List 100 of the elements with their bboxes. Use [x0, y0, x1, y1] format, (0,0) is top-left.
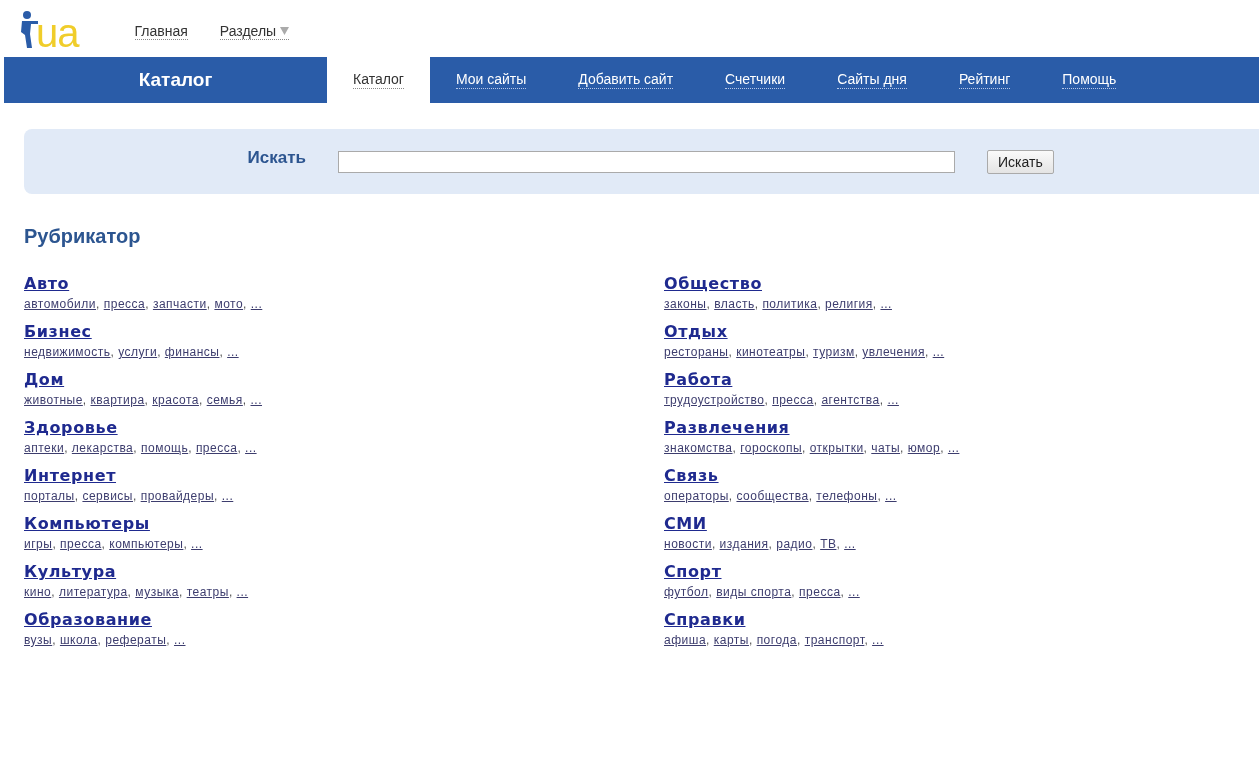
nav-link[interactable]: Главная	[134, 23, 188, 40]
subcategory-link[interactable]: ...	[221, 489, 234, 503]
subcategory-list: игры, пресса, компьютеры, ...	[24, 537, 203, 551]
category-link[interactable]: Бизнес	[24, 322, 92, 342]
subcategory-link[interactable]: футбол	[664, 585, 709, 599]
subcategory-link[interactable]: чаты	[871, 441, 901, 455]
category-link[interactable]: Общество	[664, 274, 762, 294]
subcategory-link[interactable]: ...	[250, 393, 262, 407]
subcategory-link[interactable]: гороскопы	[740, 441, 803, 455]
subcategory-link[interactable]: ...	[885, 489, 897, 503]
subcategory-link[interactable]: сервисы	[82, 489, 133, 503]
subcategory-link[interactable]: школа	[59, 633, 98, 647]
subcategory-link[interactable]: литература	[58, 585, 128, 599]
subcategory-link[interactable]: провайдеры	[140, 489, 215, 503]
category-link[interactable]: Авто	[24, 274, 70, 294]
subcategory-link[interactable]: аптеки	[24, 441, 65, 455]
search-field[interactable]	[338, 150, 955, 173]
nav-tab[interactable]: Рейтинг	[932, 57, 1037, 103]
subcategory-link[interactable]: юмор	[907, 441, 941, 455]
subcategory-link[interactable]: квартира	[90, 393, 145, 407]
category-link[interactable]: Отдых	[664, 322, 728, 342]
category-link[interactable]: Справки	[664, 610, 746, 630]
category-link[interactable]: Связь	[664, 466, 719, 486]
nav-tab[interactable]: Сайты дня	[811, 57, 933, 103]
subcategory-link[interactable]: компьютеры	[109, 537, 184, 551]
subcategory-link[interactable]: сообщества	[736, 489, 809, 503]
category-link[interactable]: Культура	[24, 562, 117, 582]
subcategory-link[interactable]: издания	[719, 537, 769, 551]
subcategory-link[interactable]: пресса	[799, 585, 841, 599]
subcategory-link[interactable]: кино	[24, 585, 52, 599]
subcategory-list: футбол, виды спорта, пресса, ...	[664, 585, 860, 599]
subcategory-link[interactable]: животные	[24, 393, 83, 407]
category-link[interactable]: Работа	[664, 370, 733, 390]
subcategory-link[interactable]: знакомства	[664, 441, 733, 455]
subcategory-link[interactable]: ...	[245, 441, 257, 455]
subcategory-link[interactable]: религия	[825, 297, 873, 311]
subcategory-link[interactable]: ...	[250, 297, 263, 311]
category-link[interactable]: Образование	[24, 610, 152, 630]
category-link[interactable]: Здоровье	[24, 418, 118, 438]
subcategory-link[interactable]: ...	[947, 441, 960, 455]
figure-icon	[18, 10, 40, 50]
subcategory-link[interactable]: новости	[664, 537, 712, 551]
dropdown-link[interactable]: Разделы	[219, 23, 290, 40]
subcategory-link[interactable]: законы	[664, 297, 707, 311]
subcategory-link[interactable]: операторы	[664, 489, 729, 503]
subcategory-link[interactable]: увлечения	[862, 345, 925, 359]
subcategory-link[interactable]: пресса	[60, 537, 102, 551]
nav-tab[interactable]: Счетчики	[699, 57, 812, 103]
subcategory-link[interactable]: ...	[848, 585, 860, 599]
category-link[interactable]: Развлечения	[664, 418, 790, 438]
subcategory-list: порталы, сервисы, провайдеры, ...	[24, 489, 234, 503]
subcategory-link[interactable]: услуги	[118, 345, 158, 359]
subcategory-link[interactable]: ...	[844, 537, 856, 551]
subcategory-list: трудоустройство, пресса, агентства, ...	[664, 393, 899, 407]
category-link[interactable]: Дом	[24, 370, 65, 390]
subcategory-link[interactable]: порталы	[24, 489, 75, 503]
subcategory-link[interactable]: ...	[872, 633, 884, 647]
category-link[interactable]: СМИ	[664, 514, 707, 534]
subcategory-link[interactable]: театры	[186, 585, 229, 599]
subcategory-link[interactable]: автомобили	[24, 297, 97, 311]
subcategory-link[interactable]: вузы	[24, 633, 53, 647]
subcategory-link[interactable]: музыка	[135, 585, 179, 599]
subcategory-link[interactable]: трудоустройство	[664, 393, 765, 407]
subcategory-link[interactable]: агентства	[821, 393, 880, 407]
subcategory-link[interactable]: власть	[714, 297, 755, 311]
nav-tab[interactable]: Добавить сайт	[552, 57, 700, 103]
subcategory-link[interactable]: погода	[756, 633, 797, 647]
category-link[interactable]: Компьютеры	[24, 514, 150, 534]
subcategory-link[interactable]: ...	[887, 393, 899, 407]
section-title: Рубрикатор	[24, 224, 142, 248]
nav-tab[interactable]: Каталог	[327, 57, 430, 103]
subcategory-link[interactable]: пресса	[772, 393, 814, 407]
subcategory-link[interactable]: финансы	[164, 345, 220, 359]
subcategory-link[interactable]: семья	[206, 393, 243, 407]
subcategory-link[interactable]: ...	[227, 345, 239, 359]
category-link[interactable]: Интернет	[24, 466, 116, 486]
subcategory-link[interactable]: ...	[174, 633, 186, 647]
subcategory-link[interactable]: красота	[152, 393, 199, 407]
subcategory-link[interactable]: ...	[191, 537, 203, 551]
subcategory-link[interactable]: ...	[880, 297, 892, 311]
subcategory-link[interactable]: рефераты	[105, 633, 167, 647]
subcategory-link[interactable]: ...	[236, 585, 249, 599]
catalog-title: Каталог	[137, 69, 213, 91]
subcategory-link[interactable]: запчасти	[152, 297, 207, 311]
subcategory-link[interactable]: недвижимость	[24, 345, 111, 359]
subcategory-link[interactable]: транспорт	[804, 633, 865, 647]
subcategory-link[interactable]: ...	[932, 345, 945, 359]
search-button[interactable]: Искать	[987, 149, 1054, 174]
subcategory-link[interactable]: карты	[713, 633, 749, 647]
subcategory-link[interactable]: телефоны	[816, 489, 878, 503]
subcategory-link[interactable]: игры	[24, 537, 53, 551]
subcategory-link[interactable]: мото	[214, 297, 244, 311]
subcategory-list: рестораны, кинотеатры, туризм, увлечения, ...	[664, 345, 945, 359]
subcategory-link[interactable]: туризм	[813, 345, 855, 359]
category-link[interactable]: Спорт	[664, 562, 722, 582]
nav-tab[interactable]: Помощь	[1036, 57, 1143, 103]
subcategory-link[interactable]: рестораны	[664, 345, 729, 359]
nav-tab[interactable]: Мои сайты	[429, 57, 553, 103]
subcategory-link[interactable]: кинотеатры	[736, 345, 806, 359]
subcategory-link[interactable]: открытки	[809, 441, 864, 455]
